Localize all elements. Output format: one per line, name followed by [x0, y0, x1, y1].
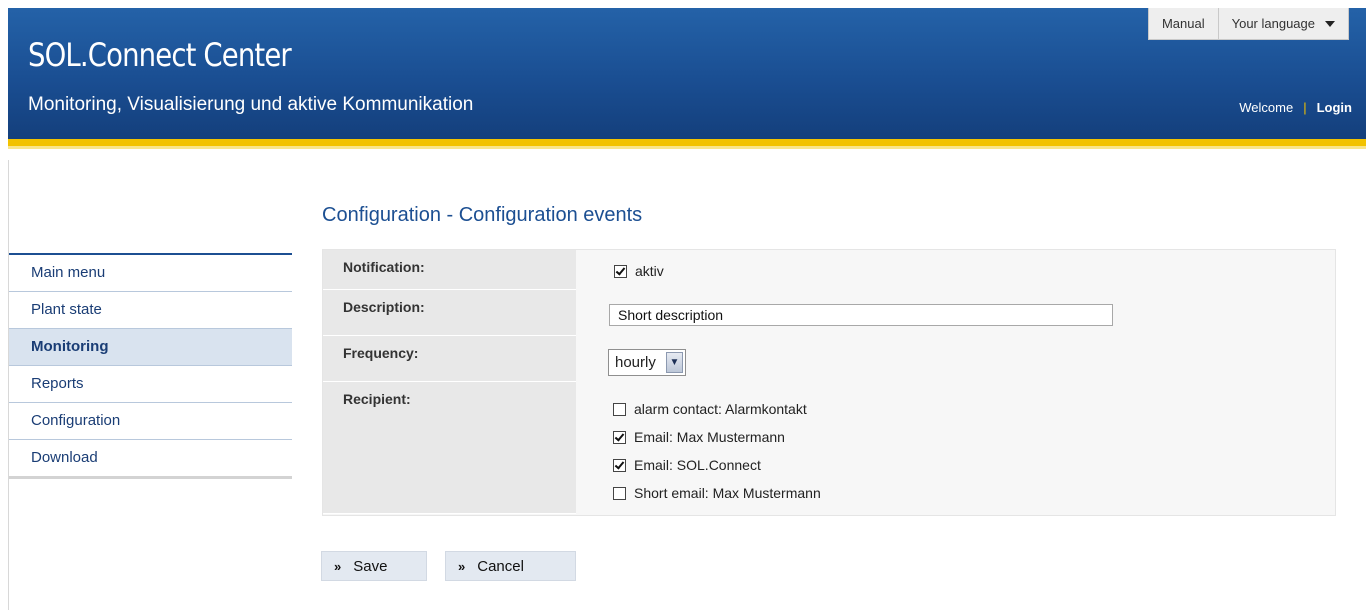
recipient-label: Recipient: — [343, 391, 411, 407]
sidebar-item-configuration[interactable]: Configuration — [9, 403, 292, 440]
frequency-label: Frequency: — [343, 345, 419, 361]
caret-down-icon — [1325, 20, 1335, 27]
save-button-label: Save — [353, 557, 388, 575]
gold-stripe-light — [8, 146, 1366, 149]
recipient-checkbox-alarm-contact[interactable] — [613, 402, 626, 416]
notification-label: Notification: — [343, 259, 425, 275]
recipient-option-label: alarm contact: Alarmkontakt — [634, 401, 807, 417]
page-title: Configuration - Configuration events — [322, 204, 643, 226]
sidebar-nav: Main menu Plant state Monitoring Reports… — [9, 253, 292, 479]
notification-option: aktiv — [614, 263, 664, 279]
cancel-button-label: Cancel — [477, 557, 524, 575]
sidebar-item-monitoring[interactable]: Monitoring — [9, 329, 292, 366]
manual-label: Manual — [1161, 16, 1205, 31]
recipient-option-label: Email: SOL.Connect — [634, 457, 761, 473]
save-button[interactable]: » Save — [321, 551, 427, 581]
recipient-option-label: Email: Max Mustermann — [634, 429, 785, 445]
notification-checkbox[interactable] — [614, 264, 627, 278]
recipient-option-label: Short email: Max Mustermann — [634, 485, 821, 501]
sidebar-item-plant-state[interactable]: Plant state — [9, 292, 292, 329]
language-dropdown[interactable]: Your language — [1217, 8, 1348, 39]
recipient-option: Email: SOL.Connect — [613, 457, 761, 473]
recipient-row: Recipient: alarm contact: Alarmkontakt E… — [323, 382, 1335, 514]
recipient-checkbox-email-solconnect[interactable] — [613, 458, 626, 472]
welcome-text: Welcome — [1239, 100, 1294, 115]
sidebar-item-main-menu[interactable]: Main menu — [9, 255, 292, 292]
recipient-checkbox-email-max[interactable] — [613, 430, 626, 444]
language-label: Your language — [1231, 16, 1315, 31]
welcome-bar: Welcome | Login — [1239, 100, 1352, 115]
chevron-down-icon[interactable]: ▼ — [666, 352, 683, 373]
notification-checkbox-label: aktiv — [635, 263, 664, 279]
description-input[interactable] — [609, 304, 1113, 326]
gold-stripe — [8, 139, 1366, 146]
app-title: SOL.Connect Center — [28, 36, 292, 74]
double-chevron-right-icon: » — [458, 558, 466, 574]
frequency-selected-value: hourly — [615, 354, 656, 371]
description-label: Description: — [343, 299, 425, 315]
event-config-form: Notification: aktiv Description: Frequen… — [322, 249, 1336, 516]
cancel-button[interactable]: » Cancel — [445, 551, 576, 581]
recipient-option: Short email: Max Mustermann — [613, 485, 821, 501]
sidebar-item-download[interactable]: Download — [9, 440, 292, 476]
separator: | — [1303, 100, 1307, 115]
double-chevron-right-icon: » — [334, 558, 342, 574]
description-row: Description: — [323, 290, 1335, 336]
sidebar-item-reports[interactable]: Reports — [9, 366, 292, 403]
manual-link[interactable]: Manual — [1149, 8, 1218, 39]
frequency-row: Frequency: hourly ▼ — [323, 336, 1335, 382]
notification-row: Notification: aktiv — [323, 250, 1335, 290]
recipient-option: Email: Max Mustermann — [613, 429, 785, 445]
recipient-checkbox-short-email-max[interactable] — [613, 486, 626, 500]
app-subtitle: Monitoring, Visualisierung und aktive Ko… — [28, 94, 474, 115]
login-link[interactable]: Login — [1317, 100, 1352, 115]
frequency-select[interactable]: hourly ▼ — [608, 349, 686, 376]
recipient-option: alarm contact: Alarmkontakt — [613, 401, 807, 417]
header-banner: SOL.Connect Center Monitoring, Visualisi… — [8, 8, 1366, 149]
top-utility-bar: Manual Your language — [1147, 8, 1349, 40]
